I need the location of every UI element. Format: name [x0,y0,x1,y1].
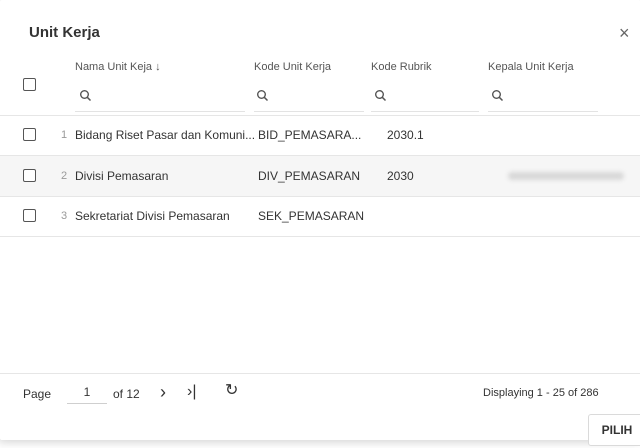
row-number: 1 [61,129,68,141]
cell-kode: BID_PEMASARA... [258,128,362,142]
column-header-rubrik[interactable]: Kode Rubrik [371,61,432,73]
page-count: of 12 [113,387,140,401]
filter-underline [488,111,598,112]
displaying-info: Displaying 1 - 25 of 286 [483,387,599,399]
search-icon[interactable] [374,89,387,102]
next-page-button[interactable]: › [160,383,166,401]
filter-underline [371,111,479,112]
column-header-nama[interactable]: Nama Unit Keja ↓ [75,61,161,73]
page-number-input[interactable] [67,385,107,404]
page-label: Page [23,387,52,401]
search-icon[interactable] [491,89,504,102]
close-icon[interactable]: × [619,24,630,42]
search-icon[interactable] [256,89,269,102]
cell-kode: SEK_PEMASARAN [258,209,365,223]
row-number: 2 [61,170,68,182]
select-all-checkbox[interactable] [23,78,36,91]
pilih-button[interactable]: PILIH [588,414,640,446]
cell-nama: Sekretariat Divisi Pemasaran [75,209,230,223]
filter-underline [75,111,245,112]
dialog-title: Unit Kerja [29,24,100,41]
cell-kode: DIV_PEMASARAN [258,169,361,183]
row-divider [0,196,640,197]
cell-nama: Bidang Riset Pasar dan Komuni... [75,128,256,142]
row-divider [0,236,640,237]
row-checkbox[interactable] [23,128,36,141]
row-checkbox[interactable] [23,209,36,222]
row-checkbox[interactable] [23,169,36,182]
last-page-button[interactable]: ›| [187,383,196,401]
cell-rubrik: 2030.1 [387,128,424,142]
column-header-kode[interactable]: Kode Unit Kerja [254,61,331,73]
refresh-icon[interactable]: ↻ [225,382,238,400]
unit-kerja-dialog: Unit Kerja × Nama Unit Keja ↓ Kode Unit … [0,0,640,446]
row-number: 3 [61,210,68,222]
header-divider [0,115,640,116]
cell-rubrik: 2030 [387,169,414,183]
search-icon[interactable] [79,89,92,102]
column-header-kepala[interactable]: Kepala Unit Kerja [488,61,574,73]
filter-underline [254,111,364,112]
pager-divider [0,373,640,374]
cell-kepala-redacted [508,172,624,180]
cell-nama: Divisi Pemasaran [75,169,169,183]
